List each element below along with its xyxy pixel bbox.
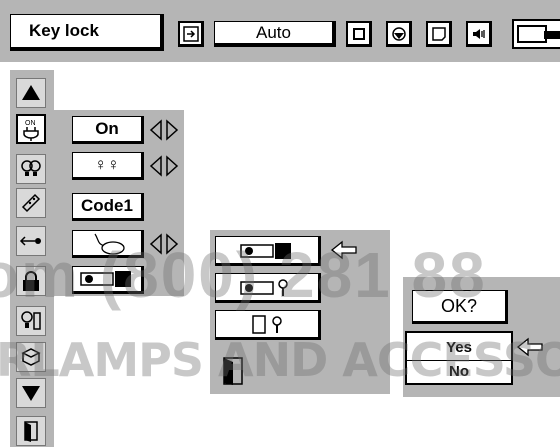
lamp-arrows-icon[interactable] [149,155,179,177]
auto-mode-field[interactable]: Auto [214,21,336,47]
setting-icon[interactable] [512,19,560,49]
confirm-question: OK? [412,290,508,324]
mouse-arrows-icon[interactable] [149,233,179,255]
yes-no-list: Yes No [405,331,513,385]
input-icon[interactable] [178,21,204,47]
mouse-icon[interactable] [16,226,46,256]
yes-selection-arrow-icon [516,337,544,357]
exit-door-icon[interactable] [220,356,246,386]
color-adjust-icon[interactable] [426,21,452,47]
filter-icon[interactable] [16,342,46,372]
menu-bar: Key lock Auto [0,0,560,62]
lamp-counter-icon[interactable] [16,306,46,336]
remote-code-icon[interactable] [16,188,46,218]
no-option[interactable]: No [407,362,511,384]
menu-title: Key lock [10,14,164,51]
mouse-value[interactable] [72,230,144,258]
sound-icon[interactable] [466,21,492,47]
power-on-icon[interactable]: ON [16,114,46,144]
key-lock-value[interactable] [72,266,144,294]
submenu-icon-column: ON [10,70,54,447]
lamp-value[interactable]: ♀♀ [72,152,144,180]
projector-remote-lock-option[interactable] [215,273,321,303]
key-lock-icon[interactable] [16,266,46,296]
image-select-icon[interactable] [386,21,412,47]
computer-adjust-icon[interactable] [346,21,372,47]
selection-arrow-icon [330,240,358,260]
lamp-icon[interactable] [16,154,46,184]
exit-icon[interactable] [16,416,46,446]
power-on-value[interactable]: On [72,116,144,144]
projector-lock-option[interactable] [215,236,321,266]
scroll-down-icon[interactable] [16,378,46,408]
power-on-arrows-icon[interactable] [149,119,179,141]
remote-code-value[interactable]: Code1 [72,193,144,221]
svg-text:ON: ON [25,120,36,127]
scroll-up-icon[interactable] [16,78,46,108]
remote-lock-option[interactable] [215,310,321,340]
yes-option[interactable]: Yes [407,337,511,361]
